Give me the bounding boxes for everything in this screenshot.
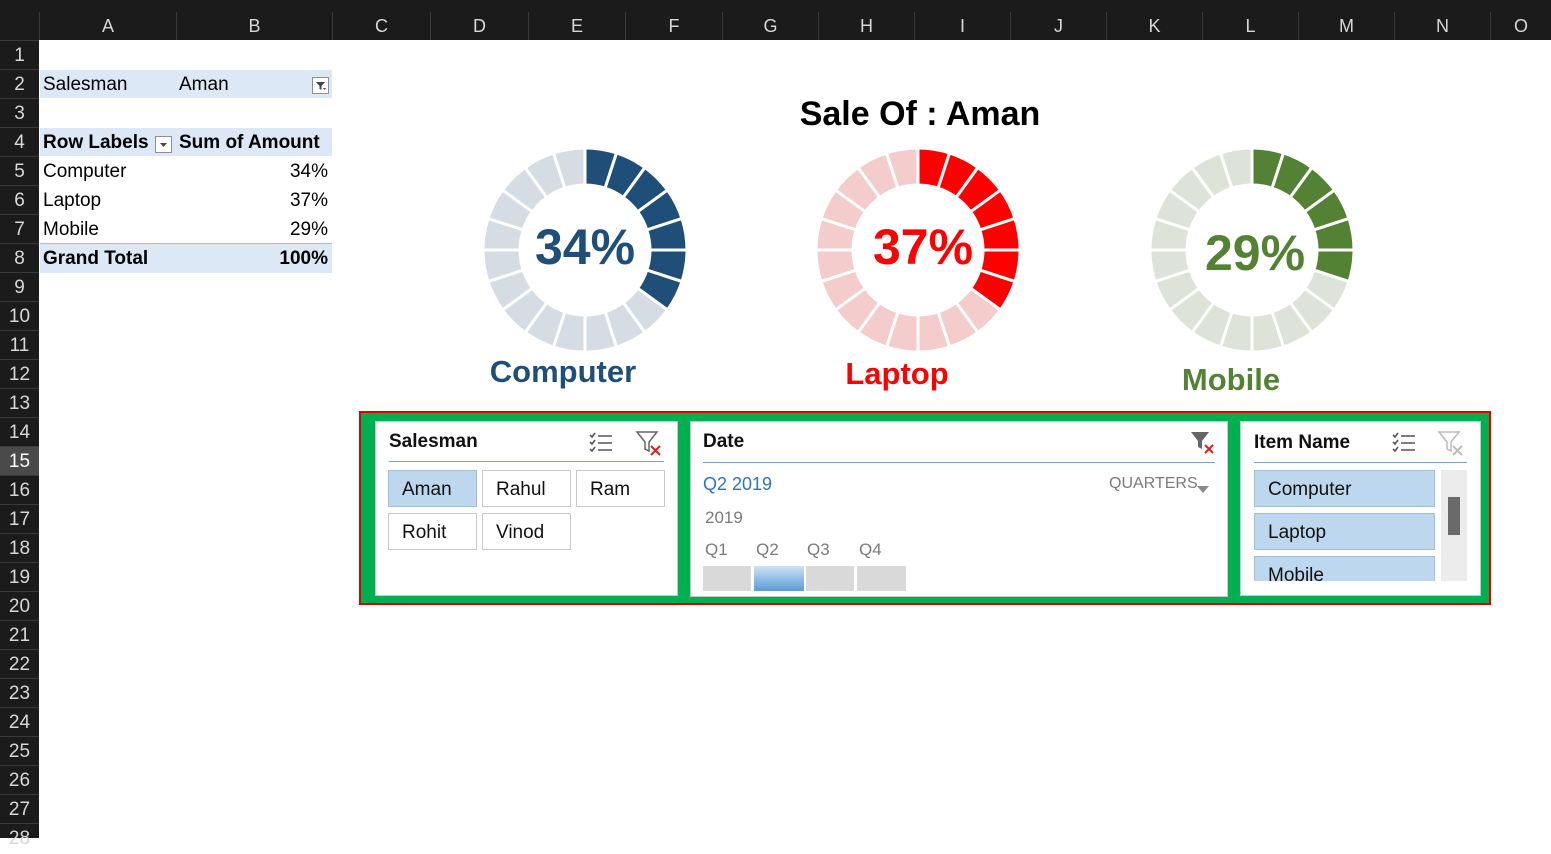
chevron-down-icon[interactable]	[1196, 481, 1210, 499]
row-header[interactable]: 12	[0, 359, 39, 388]
multi-select-icon[interactable]	[588, 431, 614, 460]
date-timeline-title: Date	[703, 431, 745, 452]
column-header-a[interactable]: A	[39, 12, 176, 40]
row-header[interactable]: 21	[0, 620, 39, 649]
row-header[interactable]: 19	[0, 562, 39, 591]
laptop-gauge-label: Laptop	[845, 356, 949, 391]
column-header-e[interactable]: E	[528, 12, 625, 40]
timeline-quarter-label: Q1	[705, 540, 728, 559]
slicer-item-vinod[interactable]: Vinod	[482, 513, 571, 550]
slicer-item-computer[interactable]: Computer	[1254, 470, 1435, 507]
slicer-item-ram[interactable]: Ram	[576, 470, 665, 507]
item-name-slicer-divider	[1254, 462, 1467, 463]
row-header[interactable]: 7	[0, 214, 39, 243]
pivot-row-label: Computer	[43, 161, 127, 182]
row-header[interactable]: 6	[0, 185, 39, 214]
row-header[interactable]: 14	[0, 417, 39, 446]
salesman-slicer-title: Salesman	[389, 431, 478, 452]
column-header-d[interactable]: D	[430, 12, 528, 40]
mobile-gauge-percent: 29%	[1204, 225, 1306, 281]
dashboard-title: Sale Of : Aman	[799, 95, 1041, 133]
column-header-b[interactable]: B	[176, 12, 332, 40]
pivot-row-value: 29%	[289, 219, 328, 240]
pivot-row-label: Mobile	[43, 219, 99, 240]
pivot-row-value: 37%	[289, 190, 328, 211]
timeline-bar-q2[interactable]	[754, 566, 804, 591]
pivot-row-label: Laptop	[43, 190, 102, 211]
pivot-filter-label: Salesman	[43, 74, 128, 95]
slicer-item-rohit[interactable]: Rohit	[388, 513, 477, 550]
row-header[interactable]: 2	[0, 69, 39, 98]
column-header-n[interactable]: N	[1394, 12, 1490, 40]
timeline-quarter-label: Q2	[756, 540, 779, 559]
item-name-scrollbar[interactable]	[1441, 470, 1467, 581]
timeline-bar-q3[interactable]	[806, 566, 854, 591]
timeline-level-selector[interactable]: QUARTERS	[1109, 475, 1198, 493]
row-header[interactable]: 16	[0, 475, 39, 504]
column-header-m[interactable]: M	[1298, 12, 1394, 40]
row-header[interactable]: 13	[0, 388, 39, 417]
row-header[interactable]: 11	[0, 330, 39, 359]
row-header[interactable]: 8	[0, 243, 39, 272]
mobile-gauge-label: Mobile	[1181, 362, 1281, 397]
clear-filter-icon[interactable]	[635, 429, 663, 462]
row-header[interactable]: 20	[0, 591, 39, 620]
column-header-h[interactable]: H	[818, 12, 914, 40]
slicer-item-rahul[interactable]: Rahul	[482, 470, 571, 507]
timeline-year-label: 2019	[705, 508, 743, 527]
column-header-l[interactable]: L	[1202, 12, 1298, 40]
row-header[interactable]: 15	[0, 446, 39, 475]
slicer-item-mobile[interactable]: Mobile	[1254, 556, 1435, 581]
row-header[interactable]: 26	[0, 765, 39, 794]
pivot-total-label: Grand Total	[43, 248, 149, 269]
column-header-g[interactable]: G	[722, 12, 818, 40]
laptop-gauge-percent: 37%	[872, 219, 974, 275]
slicer-item-laptop[interactable]: Laptop	[1254, 513, 1435, 550]
timeline-quarter-label: Q3	[807, 540, 830, 559]
clear-filter-icon[interactable]	[1189, 430, 1217, 461]
filter-dropdown-icon[interactable]	[312, 77, 329, 94]
item-name-list: Computer Laptop Mobile	[1254, 468, 1436, 581]
row-header[interactable]: 9	[0, 272, 39, 301]
column-header-f[interactable]: F	[625, 12, 722, 40]
column-header-i[interactable]: I	[914, 12, 1010, 40]
row-header-bar: 1 2 3 4 5 6 7 8 9 10 11 12 13 14 15 16 17 18 19 20 21 22 23 24 2…	[0, 40, 39, 849]
row-header[interactable]: 17	[0, 504, 39, 533]
timeline-bar-q1[interactable]	[703, 566, 751, 591]
clear-filter-icon[interactable]	[1437, 429, 1465, 462]
date-timeline-divider	[703, 462, 1215, 463]
column-header-k[interactable]: K	[1106, 12, 1202, 40]
timeline-bar-q4[interactable]	[857, 566, 906, 591]
scrollbar-thumb[interactable]	[1448, 497, 1460, 535]
slicer-item-aman[interactable]: Aman	[388, 470, 477, 507]
row-header[interactable]: 27	[0, 794, 39, 823]
row-header[interactable]: 25	[0, 736, 39, 765]
timeline-quarter-label: Q4	[859, 540, 882, 559]
column-header-j[interactable]: J	[1010, 12, 1106, 40]
column-header-c[interactable]: C	[332, 12, 430, 40]
pivot-total-value: 100%	[279, 248, 328, 269]
row-header[interactable]: 4	[0, 127, 39, 156]
pivot-header-row-labels: Row Labels	[43, 132, 149, 153]
row-header[interactable]: 1	[0, 40, 39, 69]
row-header[interactable]: 5	[0, 156, 39, 185]
row-header[interactable]: 24	[0, 707, 39, 736]
row-header[interactable]: 10	[0, 301, 39, 330]
row-labels-dropdown-icon[interactable]	[155, 136, 172, 153]
computer-gauge-label: Computer	[489, 354, 637, 389]
computer-gauge-percent: 34%	[534, 219, 636, 275]
item-name-slicer-title: Item Name	[1254, 432, 1351, 453]
row-header[interactable]: 18	[0, 533, 39, 562]
multi-select-icon[interactable]	[1391, 431, 1417, 460]
column-header-o[interactable]: O	[1490, 12, 1551, 40]
row-header[interactable]: 23	[0, 678, 39, 707]
timeline-selection-label: Q2 2019	[703, 474, 773, 494]
row-header[interactable]: 22	[0, 649, 39, 678]
salesman-slicer-divider	[389, 461, 664, 462]
column-header-bar: A B C D E F G H I J K L M N O	[0, 0, 1551, 40]
pivot-header-sum: Sum of Amount	[179, 132, 320, 153]
pivot-row-value: 34%	[289, 161, 328, 182]
pivot-filter-value[interactable]: Aman	[179, 70, 229, 99]
row-header[interactable]: 3	[0, 98, 39, 127]
